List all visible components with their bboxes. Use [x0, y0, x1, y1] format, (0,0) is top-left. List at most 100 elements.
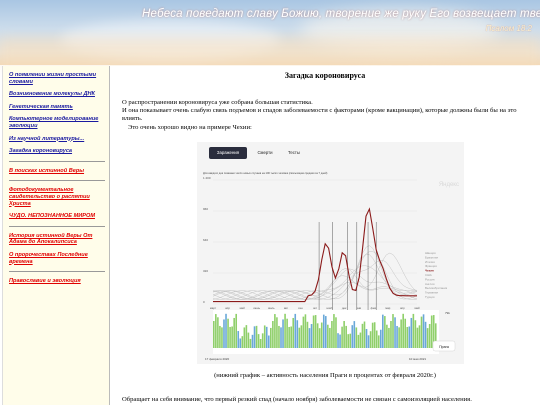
main-content: Загадка короновируса О распространении к…: [110, 66, 540, 405]
mobility-bar: [318, 328, 321, 348]
sidebar-link[interactable]: Загадка короновируса: [9, 148, 105, 155]
x-tick-label: окт: [313, 306, 318, 310]
x-tick-label: март: [210, 306, 217, 310]
sidebar-link[interactable]: Возникновение молекулы ДНК: [9, 91, 105, 98]
covid-chart: Заражения Смерти Тесты Для каждого дня п…: [197, 142, 464, 364]
sidebar-link[interactable]: В поисках истинной Веры: [9, 168, 105, 175]
mobility-bar: [294, 313, 297, 348]
mobility-bar: [400, 319, 402, 348]
mobility-bar: [412, 313, 415, 348]
legend-item[interactable]: Англия: [425, 282, 435, 286]
mobility-bar: [408, 326, 411, 348]
mobility-bar: [261, 333, 264, 348]
mobility-bar: [359, 332, 362, 348]
legend-item[interactable]: Италия: [425, 260, 435, 264]
mobility-bar: [349, 333, 352, 348]
legend-item[interactable]: Великобритания: [425, 286, 448, 290]
mobility-bar: [386, 324, 388, 348]
mobility-bar: [325, 316, 327, 348]
mobility-bar: [223, 319, 225, 348]
legend-item[interactable]: Турция: [425, 295, 435, 299]
legend-item[interactable]: Бразилия: [425, 255, 438, 259]
paragraph: Это очень хорошо видно на примере Чехии:: [128, 124, 252, 131]
cloud: [0, 38, 540, 68]
legend-item[interactable]: США: [425, 273, 432, 277]
mobility-bar: [278, 325, 280, 348]
mobility-bar: [286, 318, 288, 348]
mobility-bar: [390, 320, 392, 348]
mobility-bar: [310, 324, 313, 348]
mobility-bar: [233, 317, 235, 348]
x-tick-label: апр: [400, 306, 405, 310]
mobility-bar: [367, 335, 370, 348]
mobility-bar: [418, 325, 421, 348]
mobility-bar: [235, 313, 237, 348]
legend-item[interactable]: Франция: [425, 264, 437, 268]
chart-subtitle: Для каждого дня показано число новых слу…: [203, 171, 328, 175]
y-tick-label: 640: [203, 238, 208, 242]
sidebar-link[interactable]: История истинной Веры От Адама до Апокал…: [9, 233, 105, 246]
mobility-bar: [280, 327, 282, 348]
mobility-bar: [369, 331, 372, 348]
sidebar-link[interactable]: О появлении жизни простыми словами: [9, 72, 105, 85]
chart-watermark: Яндекс: [439, 182, 459, 188]
mobility-bar: [308, 328, 311, 348]
mobility-end-date: 10 мая 2021: [409, 357, 426, 361]
mobility-bar: [239, 338, 242, 348]
legend-item[interactable]: Россия: [425, 277, 435, 281]
x-tick-label: апр: [225, 306, 230, 310]
mobility-bar: [365, 328, 368, 348]
mobility-bar: [227, 318, 229, 348]
sidebar-link[interactable]: Компьютерное моделирование эволюции: [9, 116, 105, 129]
mobility-bar: [355, 327, 358, 348]
legend-item[interactable]: Чехия: [425, 269, 434, 273]
mobility-start-date: 17 февраля 2020: [205, 357, 229, 361]
site-header: Небеса поведают славу Божию, творение же…: [0, 0, 540, 68]
city-button-label[interactable]: Прага: [439, 345, 449, 349]
legend-item[interactable]: Швеция: [425, 251, 436, 255]
divider: [9, 225, 105, 227]
mobility-bar: [243, 327, 246, 348]
mobility-bar: [231, 326, 233, 348]
mobility-bar: [396, 325, 398, 348]
mobility-bar: [229, 326, 231, 348]
page-title: Загадка короновируса: [284, 71, 366, 80]
mobility-bar: [290, 326, 292, 348]
x-tick-label: фев: [371, 306, 377, 310]
x-tick-label: июнь: [253, 306, 260, 310]
x-tick-label: дек: [342, 306, 347, 310]
mobility-bar: [302, 316, 305, 348]
sidebar-link[interactable]: О пророчествах Последние времена: [9, 252, 105, 265]
mobility-bar: [314, 315, 317, 348]
x-tick-label: май: [414, 306, 419, 310]
x-tick-label: авг: [284, 306, 288, 310]
comparison-series-line: [212, 253, 418, 300]
mobility-bar: [247, 332, 250, 348]
sidebar-link[interactable]: Православие и эволюция: [9, 278, 105, 285]
mobility-bar: [304, 314, 307, 348]
x-tick-label: янв: [356, 306, 361, 310]
mobility-bar: [292, 317, 295, 348]
mobility-bar: [333, 314, 335, 348]
sidebar-link[interactable]: Из научной литературы...: [9, 136, 105, 143]
sidebar-link[interactable]: Генетическая память: [9, 104, 105, 111]
mobility-bar: [345, 325, 347, 348]
sidebar-link[interactable]: ЧУДО. НЕПОЗНАННОЕ МИРОМ: [9, 213, 105, 220]
mobility-bar: [414, 320, 417, 348]
mobility-bar: [253, 326, 256, 348]
mobility-bar: [288, 326, 290, 348]
mobility-bar: [300, 325, 303, 348]
legend-item[interactable]: Германия: [425, 291, 438, 295]
sidebar-link[interactable]: Фотодокументальное свидетельство о распя…: [9, 187, 105, 207]
mobility-bar: [237, 331, 240, 348]
mobility-bar: [426, 328, 429, 348]
chart-svg: Для каждого дня показано число новых слу…: [203, 171, 459, 361]
x-tick-label: нояб: [326, 306, 333, 310]
mobility-bar: [270, 327, 272, 348]
paragraph: Обращает на себя внимание, что первый ре…: [122, 396, 472, 403]
header-reference: Псалом 18:2: [485, 24, 532, 33]
mobility-bar: [337, 333, 339, 348]
mobility-bar: [377, 335, 380, 348]
mobility-bar: [215, 314, 217, 348]
mobility-bar: [257, 334, 260, 348]
